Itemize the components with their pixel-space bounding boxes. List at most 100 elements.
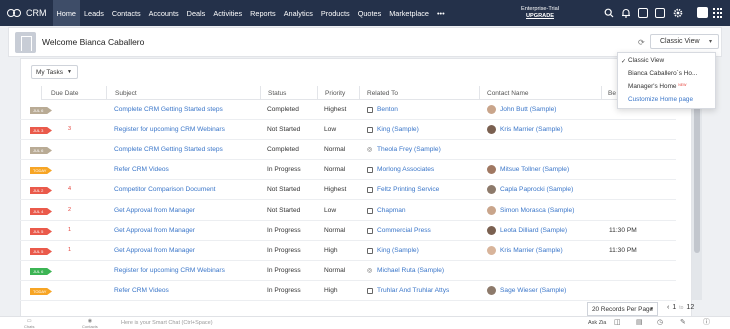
tab-leads[interactable]: Leads: [80, 0, 108, 26]
task-row[interactable]: JUL 5 1 Get Approval from Manager In Progre…: [20, 221, 676, 241]
column-divider: [41, 86, 42, 100]
contact-name-link[interactable]: Leota Dilliard (Sample): [500, 227, 567, 234]
chats-button[interactable]: ▭ Chats: [24, 318, 34, 329]
contact-name-link[interactable]: John Butt (Sample): [500, 106, 556, 113]
contact-avatar: [487, 286, 496, 295]
records-per-page-select[interactable]: 20 Records Per Page ▼: [587, 302, 658, 316]
menu-item-user-home[interactable]: Bianca Caballero´s Ho...: [628, 70, 697, 77]
tab-accounts[interactable]: Accounts: [145, 0, 183, 26]
contact-name-link[interactable]: Mitsue Tollner (Sample): [500, 166, 569, 173]
refresh-icon[interactable]: ⟳: [638, 38, 645, 47]
col-status[interactable]: Status: [268, 90, 286, 97]
contact-name-link[interactable]: Simon Morasca (Sample): [500, 207, 574, 214]
related-to-link[interactable]: King (Sample): [377, 247, 419, 254]
contacts-button[interactable]: ◉ Contacts: [82, 318, 98, 329]
related-to-link[interactable]: Morlong Associates: [377, 166, 434, 173]
menu-item-managers-home[interactable]: Manager's Home NEW: [628, 83, 686, 90]
bell-icon[interactable]: [621, 8, 631, 18]
task-subject-link[interactable]: Get Approval from Manager: [114, 247, 195, 254]
task-subject-link[interactable]: Refer CRM Videos: [114, 166, 169, 173]
smart-chat-input[interactable]: Here is your Smart Chat (Ctrl+Space): [121, 320, 213, 326]
help-icon[interactable]: ⓘ: [703, 319, 710, 327]
task-subject-link[interactable]: Get Approval from Manager: [114, 207, 195, 214]
contact-name-link[interactable]: Capla Paprocki (Sample): [500, 186, 573, 193]
tab-deals[interactable]: Deals: [183, 0, 210, 26]
range-start: 1: [672, 304, 677, 311]
related-to-link[interactable]: Benton: [377, 106, 398, 113]
related-to-link[interactable]: Chapman: [377, 207, 406, 214]
task-row[interactable]: JUL 6 Complete CRM Getting Started steps C…: [20, 100, 676, 120]
ask-zia-button[interactable]: Ask Zia: [588, 320, 606, 326]
apps-grid-icon[interactable]: [713, 8, 723, 18]
tab-analytics[interactable]: Analytics: [280, 0, 317, 26]
notes-icon[interactable]: ▤: [636, 319, 643, 327]
task-filter-label: My Tasks: [36, 68, 63, 76]
task-subject-link[interactable]: Complete CRM Getting Started steps: [114, 146, 223, 153]
col-subject[interactable]: Subject: [115, 90, 137, 97]
menu-item-classic-view[interactable]: Classic View: [628, 57, 664, 64]
tab-activities[interactable]: Activities: [209, 0, 246, 26]
bot-icon[interactable]: ◫: [614, 319, 621, 327]
search-icon[interactable]: [604, 8, 614, 18]
tab-quotes[interactable]: Quotes: [354, 0, 386, 26]
mail-icon[interactable]: [655, 8, 665, 18]
due-date-tag: TODAY: [30, 288, 52, 295]
tab-reports[interactable]: Reports: [246, 0, 280, 26]
col-contact-name[interactable]: Contact Name: [487, 90, 529, 97]
task-row[interactable]: JUL 6 Complete CRM Getting Started steps C…: [20, 140, 676, 160]
task-row[interactable]: JUL 6 Register for upcoming CRM Webinars I…: [20, 261, 676, 281]
task-subject-link[interactable]: Complete CRM Getting Started steps: [114, 106, 223, 113]
tab-contacts[interactable]: Contacts: [108, 0, 145, 26]
tab-marketplace[interactable]: Marketplace: [385, 0, 433, 26]
due-date-tag: JUL 6: [30, 147, 52, 154]
menu-item-managers-home-label: Manager's Home: [628, 83, 677, 90]
task-row[interactable]: TODAY Refer CRM Videos In Progress High Truh…: [20, 281, 676, 301]
calendar-icon[interactable]: [638, 8, 648, 18]
task-row[interactable]: JUL 5 1 Get Approval from Manager In Progre…: [20, 241, 676, 261]
home-view-dropdown[interactable]: Classic View ▾: [650, 34, 719, 49]
account-icon: [367, 127, 373, 133]
related-to-link[interactable]: King (Sample): [377, 126, 419, 133]
upgrade-link[interactable]: UPGRADE: [505, 13, 575, 20]
task-row[interactable]: JUL 4 2 Get Approval from Manager Not Start…: [20, 201, 676, 221]
crm-logo[interactable]: CRM: [0, 8, 53, 18]
task-subject-link[interactable]: Get Approval from Manager: [114, 227, 195, 234]
account-icon: [367, 107, 373, 113]
contact-avatar: [487, 206, 496, 215]
task-time: 11:30 PM: [609, 227, 637, 234]
tab-home[interactable]: Home: [52, 0, 80, 26]
contact-name-link[interactable]: Kris Marrier (Sample): [500, 126, 563, 133]
col-priority[interactable]: Priority: [325, 90, 345, 97]
task-subject-link[interactable]: Register for upcoming CRM Webinars: [114, 126, 225, 133]
range-separator: to: [679, 304, 684, 311]
col-begins[interactable]: Be: [608, 90, 616, 97]
related-to-link[interactable]: Michael Ruta (Sample): [377, 267, 444, 274]
customize-home-link[interactable]: Customize Home page: [628, 96, 693, 103]
more-tabs-button[interactable]: •••: [433, 0, 449, 26]
clock-icon[interactable]: ◷: [657, 319, 663, 327]
task-row[interactable]: JUL 3 3 Register for upcoming CRM Webinars…: [20, 120, 676, 140]
due-date-tag: JUL 6: [30, 268, 52, 275]
related-to-link[interactable]: Theola Frey (Sample): [377, 146, 441, 153]
task-subject-link[interactable]: Competitor Comparison Document: [114, 186, 216, 193]
task-row[interactable]: JUL 2 4 Competitor Comparison Document Not …: [20, 180, 676, 200]
task-filter-dropdown[interactable]: My Tasks ▼: [31, 65, 78, 79]
trial-status: Enterprise-Trial UPGRADE: [505, 6, 575, 20]
column-divider: [479, 86, 480, 100]
task-subject-link[interactable]: Refer CRM Videos: [114, 287, 169, 294]
gear-icon[interactable]: [673, 8, 683, 18]
related-to-link[interactable]: Truhlar And Truhlar Attys: [377, 287, 449, 294]
contact-name-link[interactable]: Sage Wieser (Sample): [500, 287, 566, 294]
col-due-date[interactable]: Due Date: [51, 90, 78, 97]
task-subject-link[interactable]: Register for upcoming CRM Webinars: [114, 267, 225, 274]
related-to-link[interactable]: Commercial Press: [377, 227, 431, 234]
related-to-link[interactable]: Feltz Printing Service: [377, 186, 439, 193]
col-related-to[interactable]: Related To: [367, 90, 398, 97]
task-row[interactable]: TODAY Refer CRM Videos In Progress Normal Mo…: [20, 160, 676, 180]
user-avatar[interactable]: [697, 7, 708, 18]
contact-name-link[interactable]: Kris Marrier (Sample): [500, 247, 563, 254]
edit-icon[interactable]: ✎: [680, 319, 686, 327]
prev-page-icon[interactable]: ‹: [667, 304, 669, 311]
tab-products[interactable]: Products: [317, 0, 354, 26]
vertical-scrollbar[interactable]: [694, 97, 700, 253]
